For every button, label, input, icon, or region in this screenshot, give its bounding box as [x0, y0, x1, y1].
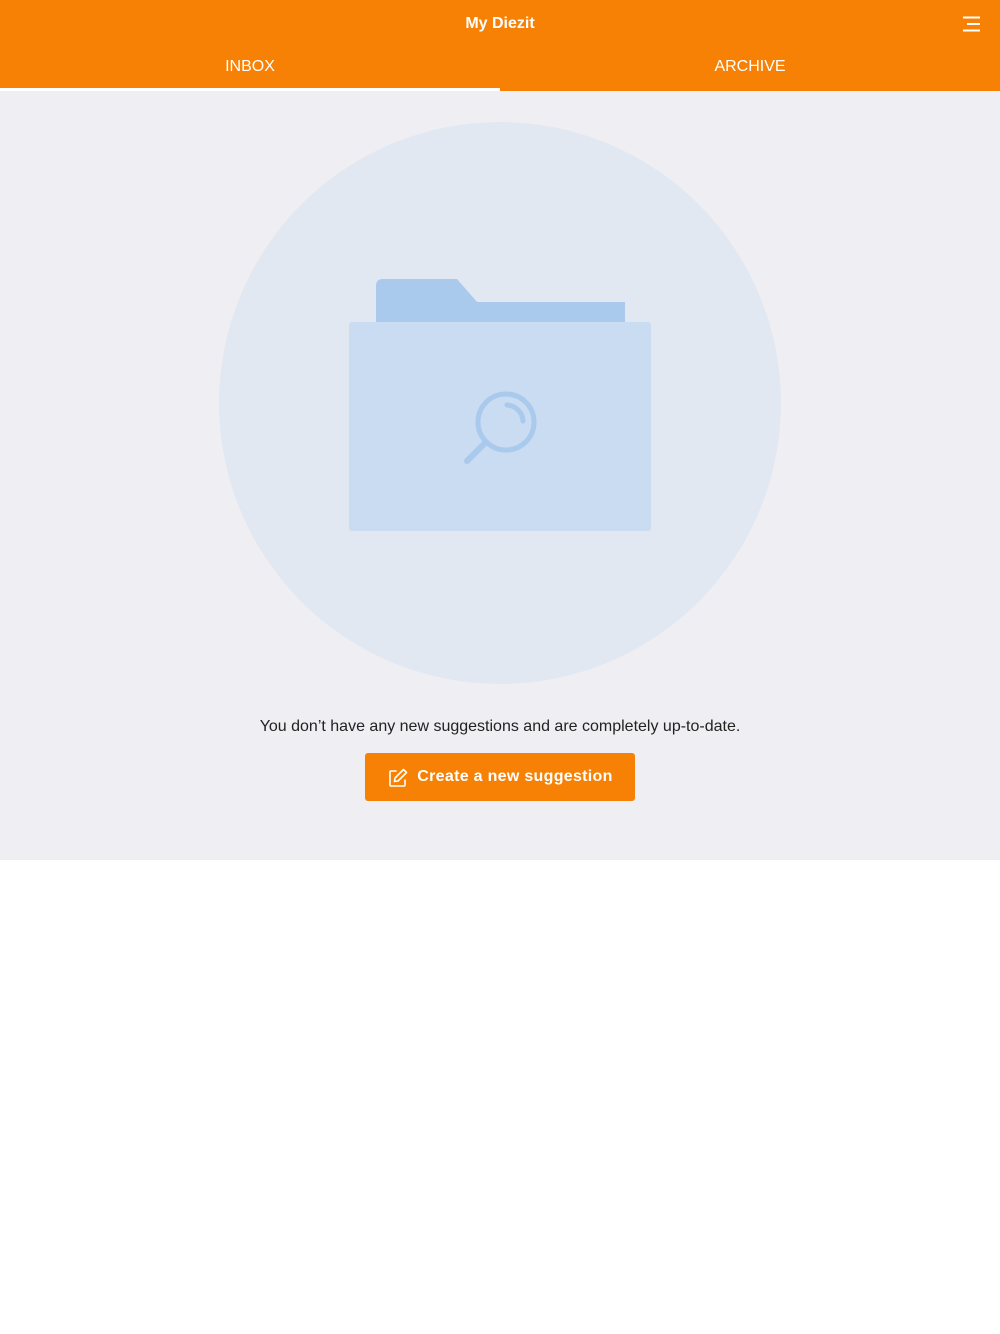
- tab-archive[interactable]: ARCHIVE: [500, 48, 1000, 91]
- menu-icon: [963, 16, 980, 32]
- app-header: My Diezit INBOX ARCHIVE: [0, 0, 1000, 91]
- page-title: My Diezit: [465, 15, 535, 32]
- create-suggestion-label: Create a new suggestion: [417, 768, 613, 785]
- folder-search-icon: [219, 122, 781, 684]
- tab-inbox[interactable]: INBOX: [0, 48, 500, 91]
- edit-icon: [389, 768, 408, 787]
- menu-button[interactable]: [956, 12, 986, 36]
- empty-state: You don’t have any new suggestions and a…: [0, 91, 1000, 860]
- empty-message: You don’t have any new suggestions and a…: [259, 718, 741, 735]
- create-suggestion-button[interactable]: Create a new suggestion: [365, 753, 635, 801]
